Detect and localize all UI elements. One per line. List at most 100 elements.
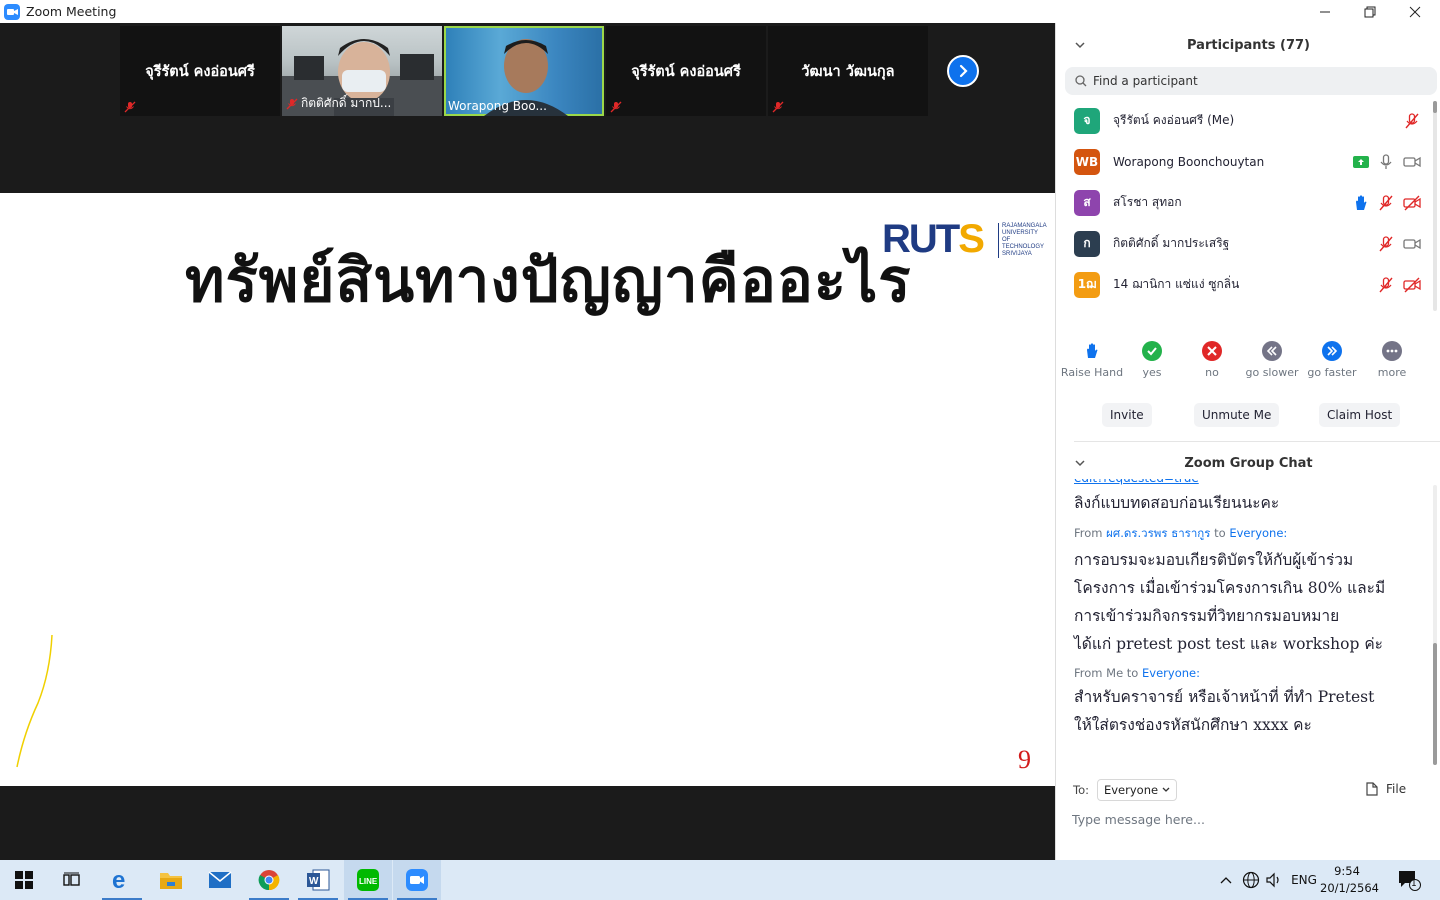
scrollbar-thumb[interactable] [1433,101,1437,113]
no-button[interactable]: no [1182,341,1242,379]
chevron-down-icon[interactable] [1074,39,1086,51]
mic-muted-icon[interactable] [1403,112,1421,130]
raise-hand-button[interactable]: Raise Hand [1061,341,1123,379]
nonverbal-feedback-bar: Raise Hand yes no go slower go faster mo… [1061,341,1440,379]
unmute-me-button[interactable]: Unmute Me [1194,403,1280,427]
participant-tile[interactable]: จุรีรัตน์ คงอ่อนศรี [120,26,280,116]
recipient-name: Everyone: [1142,666,1200,680]
task-view-button[interactable] [48,860,96,900]
zoom-app-icon [4,3,20,20]
check-icon [1142,341,1162,361]
clock-time: 9:54 [1334,864,1360,878]
mail-button[interactable] [196,860,244,900]
line-icon: LINE [357,869,379,891]
more-dots-icon [1382,341,1402,361]
chat-message-text: การอบรมจะมอบเกียรติบัตรให้กับผู้เข้าร่วม… [1074,551,1386,653]
close-button[interactable] [1392,0,1438,23]
go-faster-button[interactable]: go faster [1302,341,1362,379]
input-language-button[interactable]: ENG [1288,860,1320,900]
word-button[interactable]: W [294,860,342,900]
chat-title: Zoom Group Chat [1184,455,1313,471]
rewind-icon [1262,341,1282,361]
file-button[interactable]: File [1366,782,1406,796]
go-slower-button[interactable]: go slower [1242,341,1302,379]
action-center-button[interactable]: 1 [1392,860,1426,900]
speaker-icon [1266,872,1279,888]
mic-icon[interactable] [1377,153,1395,171]
minimize-button[interactable] [1302,0,1348,23]
participant-tile[interactable]: จุรีรัตน์ คงอ่อนศรี [606,26,766,116]
more-button[interactable]: more [1362,341,1422,379]
gallery-next-button[interactable] [947,55,979,87]
chevron-right-icon [959,64,968,78]
network-button[interactable] [1240,860,1262,900]
start-button[interactable] [0,860,48,900]
scrollbar-thumb[interactable] [1433,643,1437,765]
participants-title: Participants (77) [1187,37,1310,53]
notification-count: 1 [1411,879,1417,889]
svg-text:e: e [112,868,125,892]
chat-messages: edit?requested=true ลิงก์แบบทดสอบก่อนเรี… [1056,479,1440,765]
annotation-pen-stroke [16,634,53,768]
x-icon [1202,341,1222,361]
participant-tile-active-speaker[interactable]: Worapong Boo... [444,26,604,116]
participant-actions: Invite Unmute Me Claim Host [1056,403,1440,427]
avatar: ส [1074,189,1100,216]
participants-header: Participants (77) [1056,31,1440,59]
participant-search[interactable] [1065,67,1437,95]
participant-row[interactable]: WB Worapong Boonchouytan [1056,141,1440,182]
sender-name[interactable]: ผศ.ดร.วรพร ธารากูร [1106,526,1210,540]
window-titlebar: Zoom Meeting [0,0,1440,23]
participant-list-scrollbar[interactable] [1433,101,1437,311]
video-off-icon[interactable] [1403,194,1421,212]
participant-row[interactable]: จ จุรีรัตน์ คงอ่อนศรี (Me) [1056,100,1440,141]
globe-icon [1242,871,1260,889]
show-hidden-icons-button[interactable] [1216,860,1236,900]
tile-label [610,101,622,113]
mic-muted-icon[interactable] [1377,276,1395,294]
chat-scrollbar[interactable] [1433,485,1437,765]
chat-message-input[interactable] [1072,808,1422,830]
tile-label: กิตติศักดิ์ มากป... [286,94,391,113]
to-label: To: [1073,783,1089,797]
claim-host-button[interactable]: Claim Host [1319,403,1401,427]
share-screen-icon [1353,155,1369,168]
chat-link[interactable]: edit?requested=true [1074,479,1419,489]
tile-name: จุรีรัตน์ คงอ่อนศรี [145,63,255,80]
recipient-dropdown[interactable]: Everyone [1096,779,1178,801]
invite-button[interactable]: Invite [1102,403,1152,427]
edge-browser-button[interactable]: e [98,860,146,900]
avatar: 1ฌ [1074,271,1100,298]
window-title: Zoom Meeting [26,4,117,19]
volume-button[interactable] [1264,860,1284,900]
video-off-icon[interactable] [1403,276,1421,294]
participant-row[interactable]: ส สโรชา สุทอก [1056,182,1440,223]
clock-button[interactable]: 9:54 20/1/2564 [1320,863,1379,897]
chrome-button[interactable] [245,860,293,900]
mic-muted-icon[interactable] [1377,235,1395,253]
slide-page-number: 9 [1018,745,1031,774]
line-app-button[interactable]: LINE [344,860,392,900]
video-icon[interactable] [1403,235,1421,253]
avatar: WB [1074,148,1100,175]
restore-button[interactable] [1347,0,1393,23]
edge-icon: e [112,868,125,892]
gallery-strip: จุรีรัตน์ คงอ่อนศรี กิตติศักดิ์ มากป... … [120,26,928,116]
chevron-down-icon[interactable] [1074,457,1086,469]
participant-row[interactable]: 1ฌ 14 ฌานิกา แซ่แง่ ซูกลิ่น [1056,264,1440,305]
mic-muted-icon[interactable] [1377,194,1395,212]
mail-icon [208,871,232,888]
file-explorer-button[interactable] [147,860,195,900]
participant-tile-video[interactable]: กิตติศักดิ์ มากป... [282,26,442,116]
notification-icon [1399,871,1421,891]
participant-name: จุรีรัตน์ คงอ่อนศรี (Me) [1113,113,1235,127]
search-icon [1075,75,1087,87]
yes-button[interactable]: yes [1122,341,1182,379]
participant-tile[interactable]: วัฒนา วัฒนกุล [768,26,928,116]
mic-muted-icon [772,101,784,113]
video-icon[interactable] [1403,153,1421,171]
participant-search-input[interactable] [1093,74,1413,88]
zoom-app-button[interactable] [393,860,441,900]
windows-logo-icon [15,871,33,889]
participant-row[interactable]: ก กิตติศักดิ์ มากประเสริฐ [1056,223,1440,264]
